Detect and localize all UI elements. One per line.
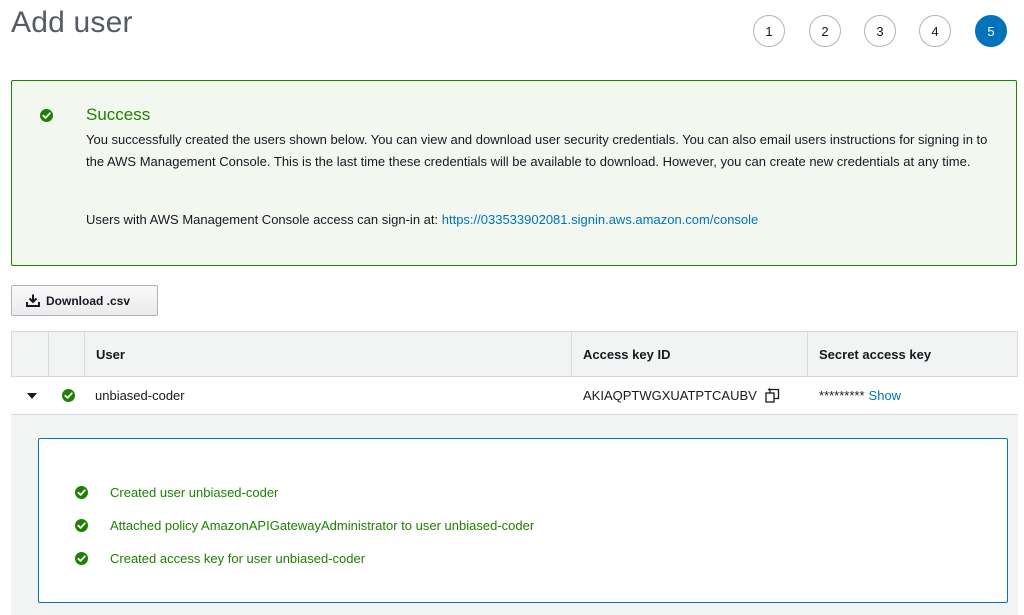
success-message: You successfully created the users shown… [86, 132, 988, 169]
show-secret-link[interactable]: Show [869, 388, 902, 403]
success-alert: Success You successfully created the use… [11, 80, 1017, 266]
step-5[interactable]: 5 [975, 15, 1007, 47]
access-key-id: AKIAQPTWGXUATPTCAUBV [583, 388, 757, 403]
page-title: Add user [11, 6, 133, 39]
signin-url-link[interactable]: https://033533902081.signin.aws.amazon.c… [442, 212, 759, 227]
log-text: Created user unbiased-coder [110, 484, 279, 500]
column-header-secret-access-key[interactable]: Secret access key [807, 332, 931, 376]
secret-access-key-cell: ********* Show [819, 377, 901, 414]
secret-masked: ********* [819, 388, 865, 403]
table-row: unbiased-coder AKIAQPTWGXUATPTCAUBV ****… [11, 377, 1018, 415]
check-circle-icon [62, 389, 75, 402]
signin-info: Users with AWS Management Console access… [86, 209, 758, 231]
step-2[interactable]: 2 [809, 15, 841, 47]
download-icon [26, 294, 40, 307]
row-details-panel: Created user unbiased-coder Attached pol… [11, 415, 1018, 615]
signin-prefix: Users with AWS Management Console access… [86, 212, 442, 227]
step-3[interactable]: 3 [864, 15, 896, 47]
check-circle-icon [75, 485, 88, 499]
download-csv-label: Download .csv [46, 293, 131, 308]
row-status [62, 377, 75, 414]
copy-icon[interactable] [765, 388, 780, 403]
table-header: User Access key ID Secret access key [11, 331, 1018, 377]
download-csv-button[interactable]: Download .csv [11, 285, 158, 316]
check-circle-icon [40, 109, 53, 122]
step-1[interactable]: 1 [753, 15, 785, 47]
log-text: Created access key for user unbiased-cod… [110, 550, 366, 566]
column-divider [48, 332, 49, 376]
column-header-user[interactable]: User [84, 332, 125, 376]
access-key-id-cell: AKIAQPTWGXUATPTCAUBV [583, 377, 780, 414]
success-title: Success [86, 105, 151, 124]
caret-down-icon[interactable] [27, 377, 37, 414]
user-name: unbiased-coder [95, 388, 185, 403]
column-header-access-key-id[interactable]: Access key ID [571, 332, 670, 376]
log-text: Attached policy AmazonAPIGatewayAdminist… [110, 517, 535, 533]
log-item: Attached policy AmazonAPIGatewayAdminist… [75, 516, 534, 534]
log-item: Created access key for user unbiased-cod… [75, 549, 365, 567]
check-circle-icon [75, 518, 88, 532]
details-log: Created user unbiased-coder Attached pol… [38, 438, 1008, 603]
check-circle-icon [75, 551, 88, 565]
step-4[interactable]: 4 [919, 15, 951, 47]
log-item: Created user unbiased-coder [75, 483, 278, 501]
